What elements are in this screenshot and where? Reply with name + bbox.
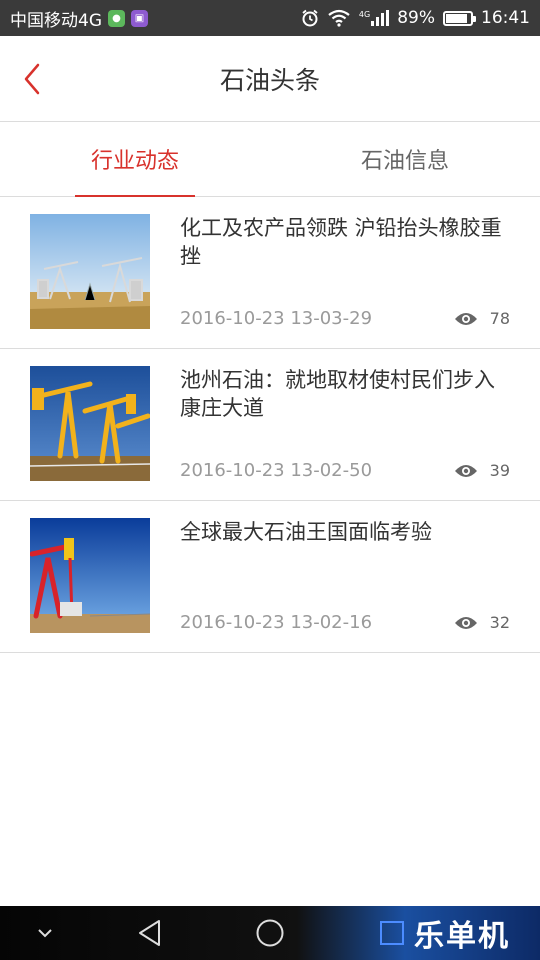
page-title: 石油头条 [219,65,320,95]
status-bar: 中国移动4G ● ▣ 4G 89% 16:41 [0,0,540,36]
news-views: 39 [454,461,510,480]
news-body: 全球最大石油王国面临考验 2016-10-23 13-02-16 32 [180,518,510,633]
nav-back-button[interactable] [130,906,170,960]
gallery-notification-icon: ▣ [131,9,148,27]
eye-icon [454,312,477,325]
tab-industry-news[interactable]: 行业动态 [0,122,270,197]
wifi-icon [327,9,351,27]
home-circle-icon [256,919,284,947]
news-thumbnail-oil-pumps [30,214,150,329]
tab-bar: 行业动态 石油信息 [0,122,540,197]
back-button[interactable] [16,60,48,98]
battery-percent: 89% [397,8,435,28]
news-thumbnail-red-pumpjack [30,518,150,633]
news-body: 化工及农产品领跌 沪铅抬头橡胶重挫 2016-10-23 13-03-29 78 [180,214,510,329]
signal-icon: 4G [358,10,390,26]
news-title: 池州石油：就地取材使村民们步入康庄大道 [180,368,495,420]
news-title: 全球最大石油王国面临考验 [180,520,432,544]
alarm-icon [301,9,319,27]
carrier-label: 中国移动4G [10,10,102,31]
status-right: 4G 89% 16:41 [301,8,530,28]
news-item[interactable]: 全球最大石油王国面临考验 2016-10-23 13-02-16 32 [0,501,540,653]
news-list: 化工及农产品领跌 沪铅抬头橡胶重挫 2016-10-23 13-03-29 78 [0,197,540,653]
eye-icon [454,616,477,629]
news-title: 化工及农产品领跌 沪铅抬头橡胶重挫 [180,216,502,268]
views-count: 32 [489,613,510,632]
battery-fill [446,13,468,23]
news-date: 2016-10-23 13-02-50 [180,460,373,481]
news-meta: 2016-10-23 13-02-50 39 [180,460,510,481]
status-left: 中国移动4G ● ▣ [10,6,148,31]
battery-icon [443,10,476,26]
tab-oil-info[interactable]: 石油信息 [270,122,540,196]
news-meta: 2016-10-23 13-02-16 32 [180,612,510,633]
chevron-left-icon [24,63,40,95]
news-views: 78 [454,309,510,328]
nav-hide-button[interactable] [28,906,62,960]
nav-home-button[interactable] [250,906,290,960]
news-views: 32 [454,613,510,632]
views-count: 39 [489,461,510,480]
clock: 16:41 [481,8,530,28]
news-meta: 2016-10-23 13-03-29 78 [180,308,510,329]
network-type-label: 4G [358,10,371,19]
news-item[interactable]: 化工及农产品领跌 沪铅抬头橡胶重挫 2016-10-23 13-03-29 78 [0,197,540,349]
views-count: 78 [489,309,510,328]
news-body: 池州石油：就地取材使村民们步入康庄大道 2016-10-23 13-02-50 … [180,366,510,481]
watermark-text: 乐单机 [414,919,510,954]
recents-square-icon[interactable] [380,921,404,945]
news-date: 2016-10-23 13-02-16 [180,612,373,633]
news-thumbnail-yellow-pumpjacks [30,366,150,481]
app-header: 石油头条 [0,36,540,122]
site-watermark: 乐单机 [376,906,540,960]
wechat-notification-icon: ● [108,9,125,27]
eye-icon [454,464,477,477]
news-item[interactable]: 池州石油：就地取材使村民们步入康庄大道 2016-10-23 13-02-50 … [0,349,540,501]
chevron-down-icon [38,929,52,938]
back-triangle-icon [139,920,160,946]
news-date: 2016-10-23 13-03-29 [180,308,373,329]
